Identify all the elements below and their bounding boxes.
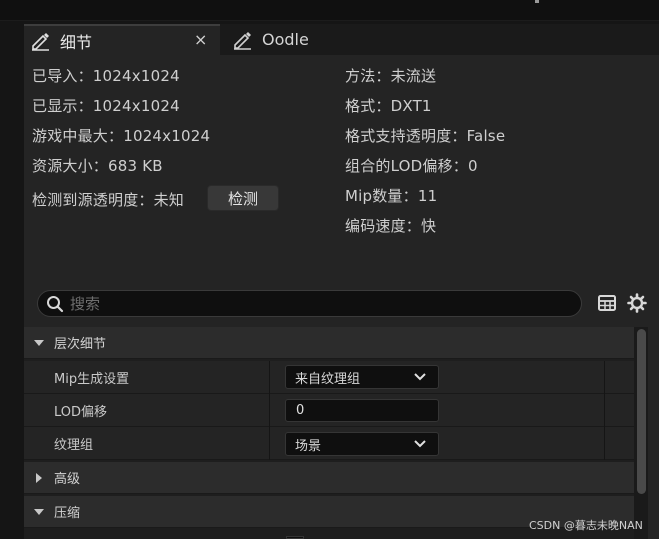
top-toolbar bbox=[0, 0, 659, 21]
gear-icon[interactable] bbox=[627, 293, 647, 313]
scrollbar-thumb[interactable] bbox=[637, 329, 646, 494]
info-resource-size: 资源大小：683 KB bbox=[32, 157, 163, 175]
column-divider bbox=[604, 361, 605, 394]
search-input[interactable] bbox=[70, 294, 550, 313]
toolbar-mark bbox=[535, 0, 539, 3]
property-label-mip-gen: Mip生成设置 bbox=[54, 372, 130, 387]
detect-button[interactable]: 检测 bbox=[207, 185, 279, 211]
chevron-down-icon bbox=[414, 373, 426, 381]
column-divider bbox=[604, 394, 605, 427]
chevron-down-icon bbox=[414, 440, 426, 448]
info-format-alpha: 格式支持透明度：False bbox=[345, 127, 506, 145]
close-tab-button[interactable]: × bbox=[194, 30, 207, 49]
lod-bias-value: 0 bbox=[296, 403, 305, 418]
property-label-lod-bias: LOD偏移 bbox=[54, 405, 108, 420]
tab-details-label: 细节 bbox=[60, 32, 93, 52]
category-advanced[interactable]: 高级 bbox=[24, 462, 634, 494]
table-icon[interactable] bbox=[597, 293, 617, 313]
info-max-ingame: 游戏中最大：1024x1024 bbox=[32, 127, 211, 145]
column-divider[interactable] bbox=[269, 394, 270, 427]
chevron-down-icon bbox=[34, 339, 44, 346]
tab-bar: 细节 × Oodle bbox=[24, 24, 659, 55]
info-imported: 已导入：1024x1024 bbox=[32, 67, 180, 85]
search-icon bbox=[47, 295, 64, 312]
pencil-icon bbox=[32, 32, 49, 51]
property-label-texture-group: 纹理组 bbox=[54, 438, 94, 453]
texture-group-value: 场景 bbox=[295, 438, 322, 454]
lod-bias-field[interactable]: 0 bbox=[285, 399, 439, 422]
info-format: 格式：DXT1 bbox=[345, 97, 432, 115]
texture-group-dropdown[interactable]: 场景 bbox=[285, 432, 439, 456]
column-divider[interactable] bbox=[269, 427, 270, 460]
chevron-down-icon bbox=[34, 508, 44, 515]
search-box[interactable] bbox=[37, 290, 582, 317]
watermark: CSDN @暮志未晚NAN bbox=[529, 519, 643, 532]
info-displayed: 已显示：1024x1024 bbox=[32, 97, 180, 115]
tab-oodle-label: Oodle bbox=[262, 30, 309, 49]
category-lod[interactable]: 层次细节 bbox=[24, 327, 634, 359]
tab-details[interactable]: 细节 × bbox=[24, 24, 220, 55]
info-mip-count: Mip数量：11 bbox=[345, 187, 438, 205]
column-divider bbox=[604, 427, 605, 460]
mip-gen-value: 来自纹理组 bbox=[295, 371, 361, 387]
info-lod-bias: 组合的LOD偏移：0 bbox=[345, 157, 478, 175]
category-compression-label: 压缩 bbox=[54, 506, 81, 521]
pencil-icon bbox=[234, 31, 251, 50]
info-encode-speed: 编码速度：快 bbox=[345, 217, 437, 235]
info-method: 方法：未流送 bbox=[345, 67, 437, 85]
info-source-alpha: 检测到源透明度：未知 bbox=[32, 191, 185, 209]
mip-gen-dropdown[interactable]: 来自纹理组 bbox=[285, 365, 439, 389]
chevron-right-icon bbox=[36, 472, 42, 483]
category-lod-label: 层次细节 bbox=[54, 337, 107, 352]
category-advanced-label: 高级 bbox=[54, 472, 81, 487]
column-divider[interactable] bbox=[269, 361, 270, 394]
tab-oodle[interactable]: Oodle bbox=[226, 24, 336, 55]
